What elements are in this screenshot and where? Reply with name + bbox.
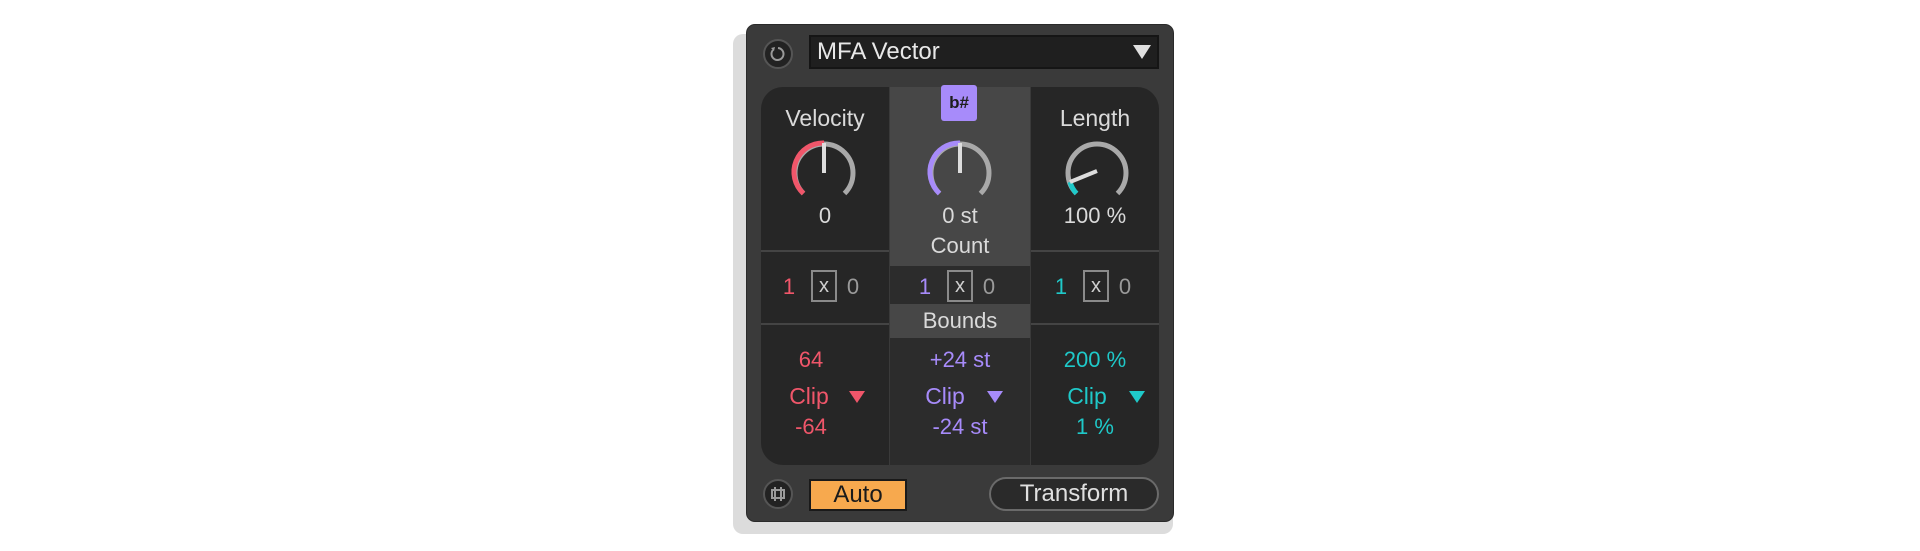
length-reset-button[interactable]: x <box>1083 270 1109 302</box>
velocity-min[interactable]: -64 <box>761 414 861 440</box>
separator <box>1031 323 1159 325</box>
length-mode[interactable]: Clip <box>1039 383 1135 410</box>
key-scale-button[interactable]: b# <box>941 85 977 121</box>
length-min[interactable]: 1 % <box>1031 414 1159 440</box>
velocity-offset[interactable]: 0 <box>843 274 863 300</box>
accidental-icon: b# <box>949 93 969 112</box>
velocity-count[interactable]: 1 <box>779 274 799 300</box>
pitch-knob[interactable] <box>921 133 999 211</box>
pitch-max[interactable]: +24 st <box>890 347 1030 373</box>
velocity-reset-button[interactable]: x <box>811 270 837 302</box>
auto-button[interactable]: Auto <box>809 479 907 511</box>
loop-button[interactable] <box>763 479 793 509</box>
length-value: 100 % <box>1063 203 1127 228</box>
velocity-mode[interactable]: Clip <box>761 383 857 410</box>
length-count[interactable]: 1 <box>1051 274 1071 300</box>
power-button[interactable] <box>763 39 793 69</box>
transform-button[interactable]: Transform <box>989 477 1159 511</box>
device-title: MFA Vector <box>817 38 940 65</box>
device-panel: MFA Vector Velocity 0 1 x 0 64 Clip -64 … <box>746 24 1174 522</box>
loop-icon <box>771 487 785 501</box>
triangle-down-icon[interactable] <box>985 389 1005 405</box>
length-offset[interactable]: 0 <box>1115 274 1135 300</box>
pitch-count[interactable]: 1 <box>915 274 935 300</box>
length-max[interactable]: 200 % <box>1031 347 1159 373</box>
power-icon <box>770 47 785 61</box>
pitch-reset-button[interactable]: x <box>947 270 973 302</box>
count-label: Count <box>930 233 990 258</box>
length-label: Length <box>1059 105 1131 131</box>
separator <box>761 323 889 325</box>
velocity-max[interactable]: 64 <box>761 347 861 373</box>
triangle-down-icon[interactable] <box>847 389 867 405</box>
pitch-mode[interactable]: Clip <box>897 383 993 410</box>
velocity-value: 0 <box>818 203 832 228</box>
device-title-dropdown[interactable]: MFA Vector <box>809 35 1159 69</box>
pitch-value: 0 st <box>942 203 978 228</box>
velocity-knob[interactable] <box>785 133 863 211</box>
triangle-down-icon[interactable] <box>1127 389 1147 405</box>
bounds-label: Bounds <box>922 308 998 333</box>
pitch-min[interactable]: -24 st <box>890 414 1030 440</box>
pitch-offset[interactable]: 0 <box>979 274 999 300</box>
triangle-down-icon <box>1133 45 1151 59</box>
length-knob[interactable] <box>1058 133 1136 211</box>
separator <box>1031 250 1159 252</box>
separator <box>761 250 889 252</box>
velocity-label: Velocity <box>785 105 865 131</box>
